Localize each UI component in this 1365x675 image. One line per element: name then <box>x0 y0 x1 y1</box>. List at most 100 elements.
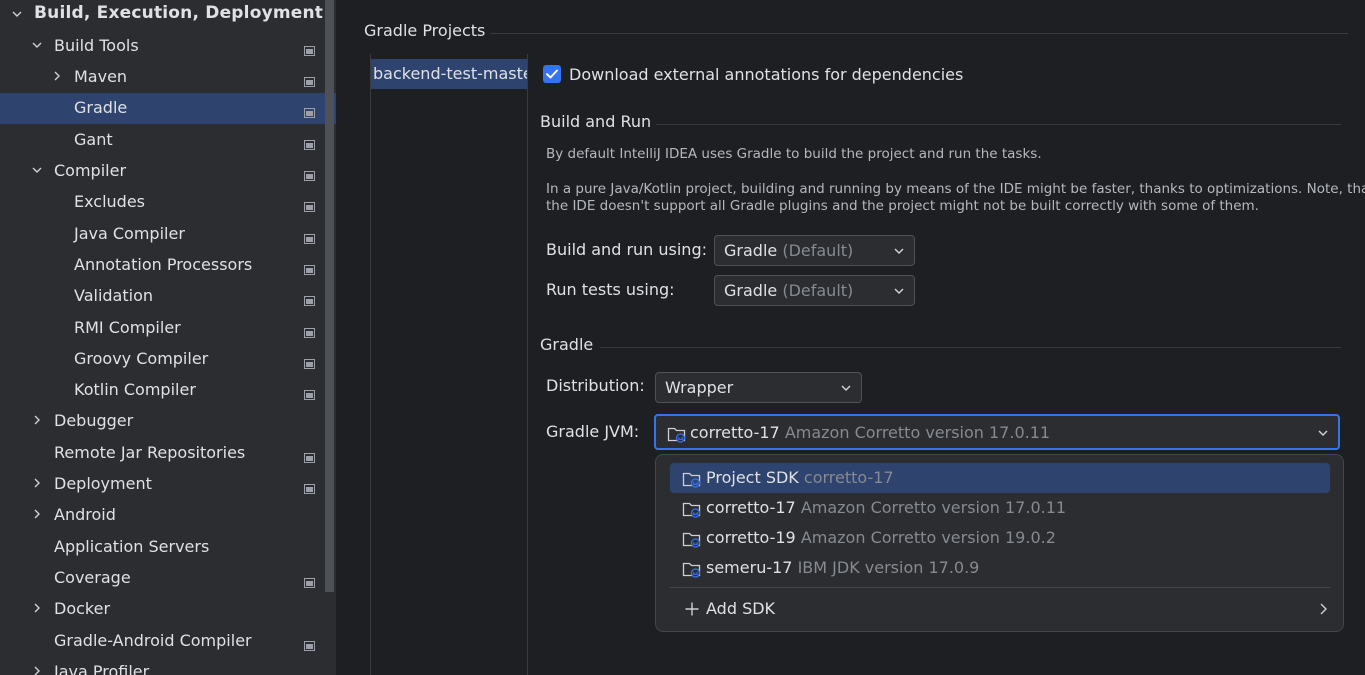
build-and-run-title: Build and Run <box>540 112 652 131</box>
project-level-icon <box>304 573 315 588</box>
project-level-icon <box>304 385 315 401</box>
sidebar-item-compiler[interactable]: Compiler <box>0 156 322 187</box>
sidebar-item-label: Build Tools <box>54 35 139 55</box>
sidebar-item-validation[interactable]: Validation <box>0 281 322 312</box>
project-level-icon <box>304 72 315 88</box>
sidebar-item-label: Coverage <box>54 567 131 587</box>
sidebar-item-annotation-processors[interactable]: Annotation Processors <box>0 250 322 281</box>
chevron-down-icon <box>841 385 851 392</box>
sidebar-item-remote-jar-repositories[interactable]: Remote Jar Repositories <box>0 438 322 469</box>
sidebar-item-label: Build, Execution, Deployment <box>34 2 324 23</box>
project-level-icon <box>304 166 315 181</box>
sidebar-item-label: Remote Jar Repositories <box>54 442 246 462</box>
chevron-right-icon[interactable] <box>30 664 44 675</box>
project-level-icon <box>304 323 315 338</box>
build-run-using-value: Gradle <box>724 241 778 260</box>
chevron-right-icon <box>1320 603 1327 615</box>
sidebar-item-excludes[interactable]: Excludes <box>0 187 322 218</box>
sidebar-item-gant[interactable]: Gant <box>0 125 322 156</box>
sidebar-item-label: Java Profiler <box>54 661 150 675</box>
sidebar-item-docker[interactable]: Docker <box>0 594 322 625</box>
sdk-option-project-sdk[interactable]: Project SDK corretto-17 <box>670 463 1330 493</box>
sidebar-item-application-servers[interactable]: Application Servers <box>0 532 322 563</box>
gradle-section-divider <box>600 347 1341 348</box>
chevron-right-icon[interactable] <box>30 476 44 490</box>
sidebar-item-rmi-compiler[interactable]: RMI Compiler <box>0 313 322 344</box>
sidebar-item-label: RMI Compiler <box>74 317 181 337</box>
build-run-using-dropdown[interactable]: Gradle (Default) <box>714 235 915 266</box>
sidebar-item-label: Debugger <box>54 411 134 431</box>
settings-sidebar: Build, Execution, Deployment Build Tools M… <box>0 0 336 675</box>
sidebar-item-label: Compiler <box>54 161 127 180</box>
gradle-projects-title: Gradle Projects <box>364 21 486 40</box>
build-run-note-line2: the IDE doesn't support all Gradle plugi… <box>546 198 1259 214</box>
sdk-option-semeru-17[interactable]: semeru-17 IBM JDK version 17.0.9 <box>670 553 1330 583</box>
project-level-icon <box>304 135 315 150</box>
download-annotations-label[interactable]: Download external annotations for depend… <box>569 65 963 84</box>
sidebar-item-android[interactable]: Android <box>0 500 322 531</box>
project-level-icon <box>304 229 315 244</box>
sidebar-item-label: Gradle <box>74 98 128 118</box>
download-annotations-checkbox[interactable] <box>543 65 561 83</box>
add-sdk-label: Add SDK <box>706 599 776 618</box>
project-level-icon <box>304 354 315 369</box>
project-level-icon <box>304 103 315 119</box>
project-list-item[interactable]: backend-test-maste <box>371 59 527 89</box>
sdk-option-name: corretto-19 <box>706 528 796 547</box>
sidebar-item-coverage[interactable]: Coverage <box>0 563 322 594</box>
sidebar-scrollbar[interactable] <box>325 0 334 592</box>
sidebar-item-label: Application Servers <box>54 536 210 556</box>
sidebar-item-gradle[interactable]: Gradle <box>0 93 336 125</box>
sidebar-item-deployment[interactable]: Deployment <box>0 469 322 500</box>
gradle-project-list: backend-test-maste <box>370 54 528 675</box>
sidebar-item-label: Groovy Compiler <box>74 348 209 368</box>
sdk-option-corretto-19[interactable]: corretto-19 Amazon Corretto version 19.0… <box>670 523 1330 553</box>
sdk-option-detail: Amazon Corretto version 17.0.11 <box>800 498 1067 517</box>
chevron-down-icon[interactable] <box>30 38 44 52</box>
sdk-folder-icon <box>682 472 701 488</box>
sidebar-item-kotlin-compiler[interactable]: Kotlin Compiler <box>0 375 322 406</box>
sidebar-item-groovy-compiler[interactable]: Groovy Compiler <box>0 344 322 375</box>
gradle-section-title: Gradle <box>540 335 594 354</box>
sidebar-item-label: Deployment <box>54 474 152 493</box>
distribution-value: Wrapper <box>665 378 734 397</box>
sidebar-item-debugger[interactable]: Debugger <box>0 406 322 437</box>
chevron-down-icon[interactable] <box>10 7 24 21</box>
sdk-folder-icon <box>682 532 701 548</box>
sdk-option-detail: corretto-17 <box>803 468 894 487</box>
sidebar-item-gradle-android-compiler[interactable]: Gradle-Android Compiler <box>0 626 322 657</box>
run-tests-using-value: Gradle <box>724 281 778 300</box>
sidebar-item-maven[interactable]: Maven <box>0 62 322 93</box>
sidebar-item-label: Java Compiler <box>74 223 185 243</box>
project-level-icon <box>304 41 315 56</box>
build-run-description: By default IntelliJ IDEA uses Gradle to … <box>546 146 1042 162</box>
chevron-down-icon <box>1318 430 1328 437</box>
run-tests-using-dropdown[interactable]: Gradle (Default) <box>714 275 915 306</box>
project-level-icon <box>304 260 315 275</box>
sidebar-item-java-compiler[interactable]: Java Compiler <box>0 219 322 250</box>
sidebar-item-build-tools[interactable]: Build Tools <box>0 31 322 62</box>
chevron-right-icon[interactable] <box>30 413 44 427</box>
chevron-right-icon[interactable] <box>30 507 44 521</box>
sdk-option-detail: Amazon Corretto version 19.0.2 <box>800 528 1056 547</box>
sidebar-item-label: Gant <box>74 129 113 149</box>
chevron-down-icon <box>894 288 904 295</box>
distribution-dropdown[interactable]: Wrapper <box>655 372 862 403</box>
chevron-down-icon[interactable] <box>30 163 44 177</box>
chevron-down-icon <box>894 248 904 255</box>
sdk-option-corretto-17[interactable]: corretto-17 Amazon Corretto version 17.0… <box>670 493 1330 523</box>
sidebar-item-label: Android <box>54 505 116 525</box>
sidebar-item-label: Kotlin Compiler <box>74 380 196 400</box>
sidebar-item-java-profiler[interactable]: Java Profiler <box>0 657 322 675</box>
build-and-run-divider <box>656 124 1341 125</box>
project-level-icon <box>304 197 315 213</box>
sidebar-item-build-execution-deployment[interactable]: Build, Execution, Deployment <box>0 0 324 31</box>
chevron-right-icon[interactable] <box>50 69 64 83</box>
gradle-jvm-dropdown[interactable]: corretto-17 Amazon Corretto version 17.0… <box>654 414 1340 450</box>
sidebar-item-label: Annotation Processors <box>74 254 253 274</box>
build-run-using-default: (Default) <box>782 241 854 260</box>
chevron-right-icon[interactable] <box>30 601 44 615</box>
sidebar-item-label: Gradle-Android Compiler <box>54 630 252 650</box>
add-sdk-menu-item[interactable]: Add SDK <box>670 594 1330 624</box>
run-tests-using-default: (Default) <box>782 281 854 300</box>
